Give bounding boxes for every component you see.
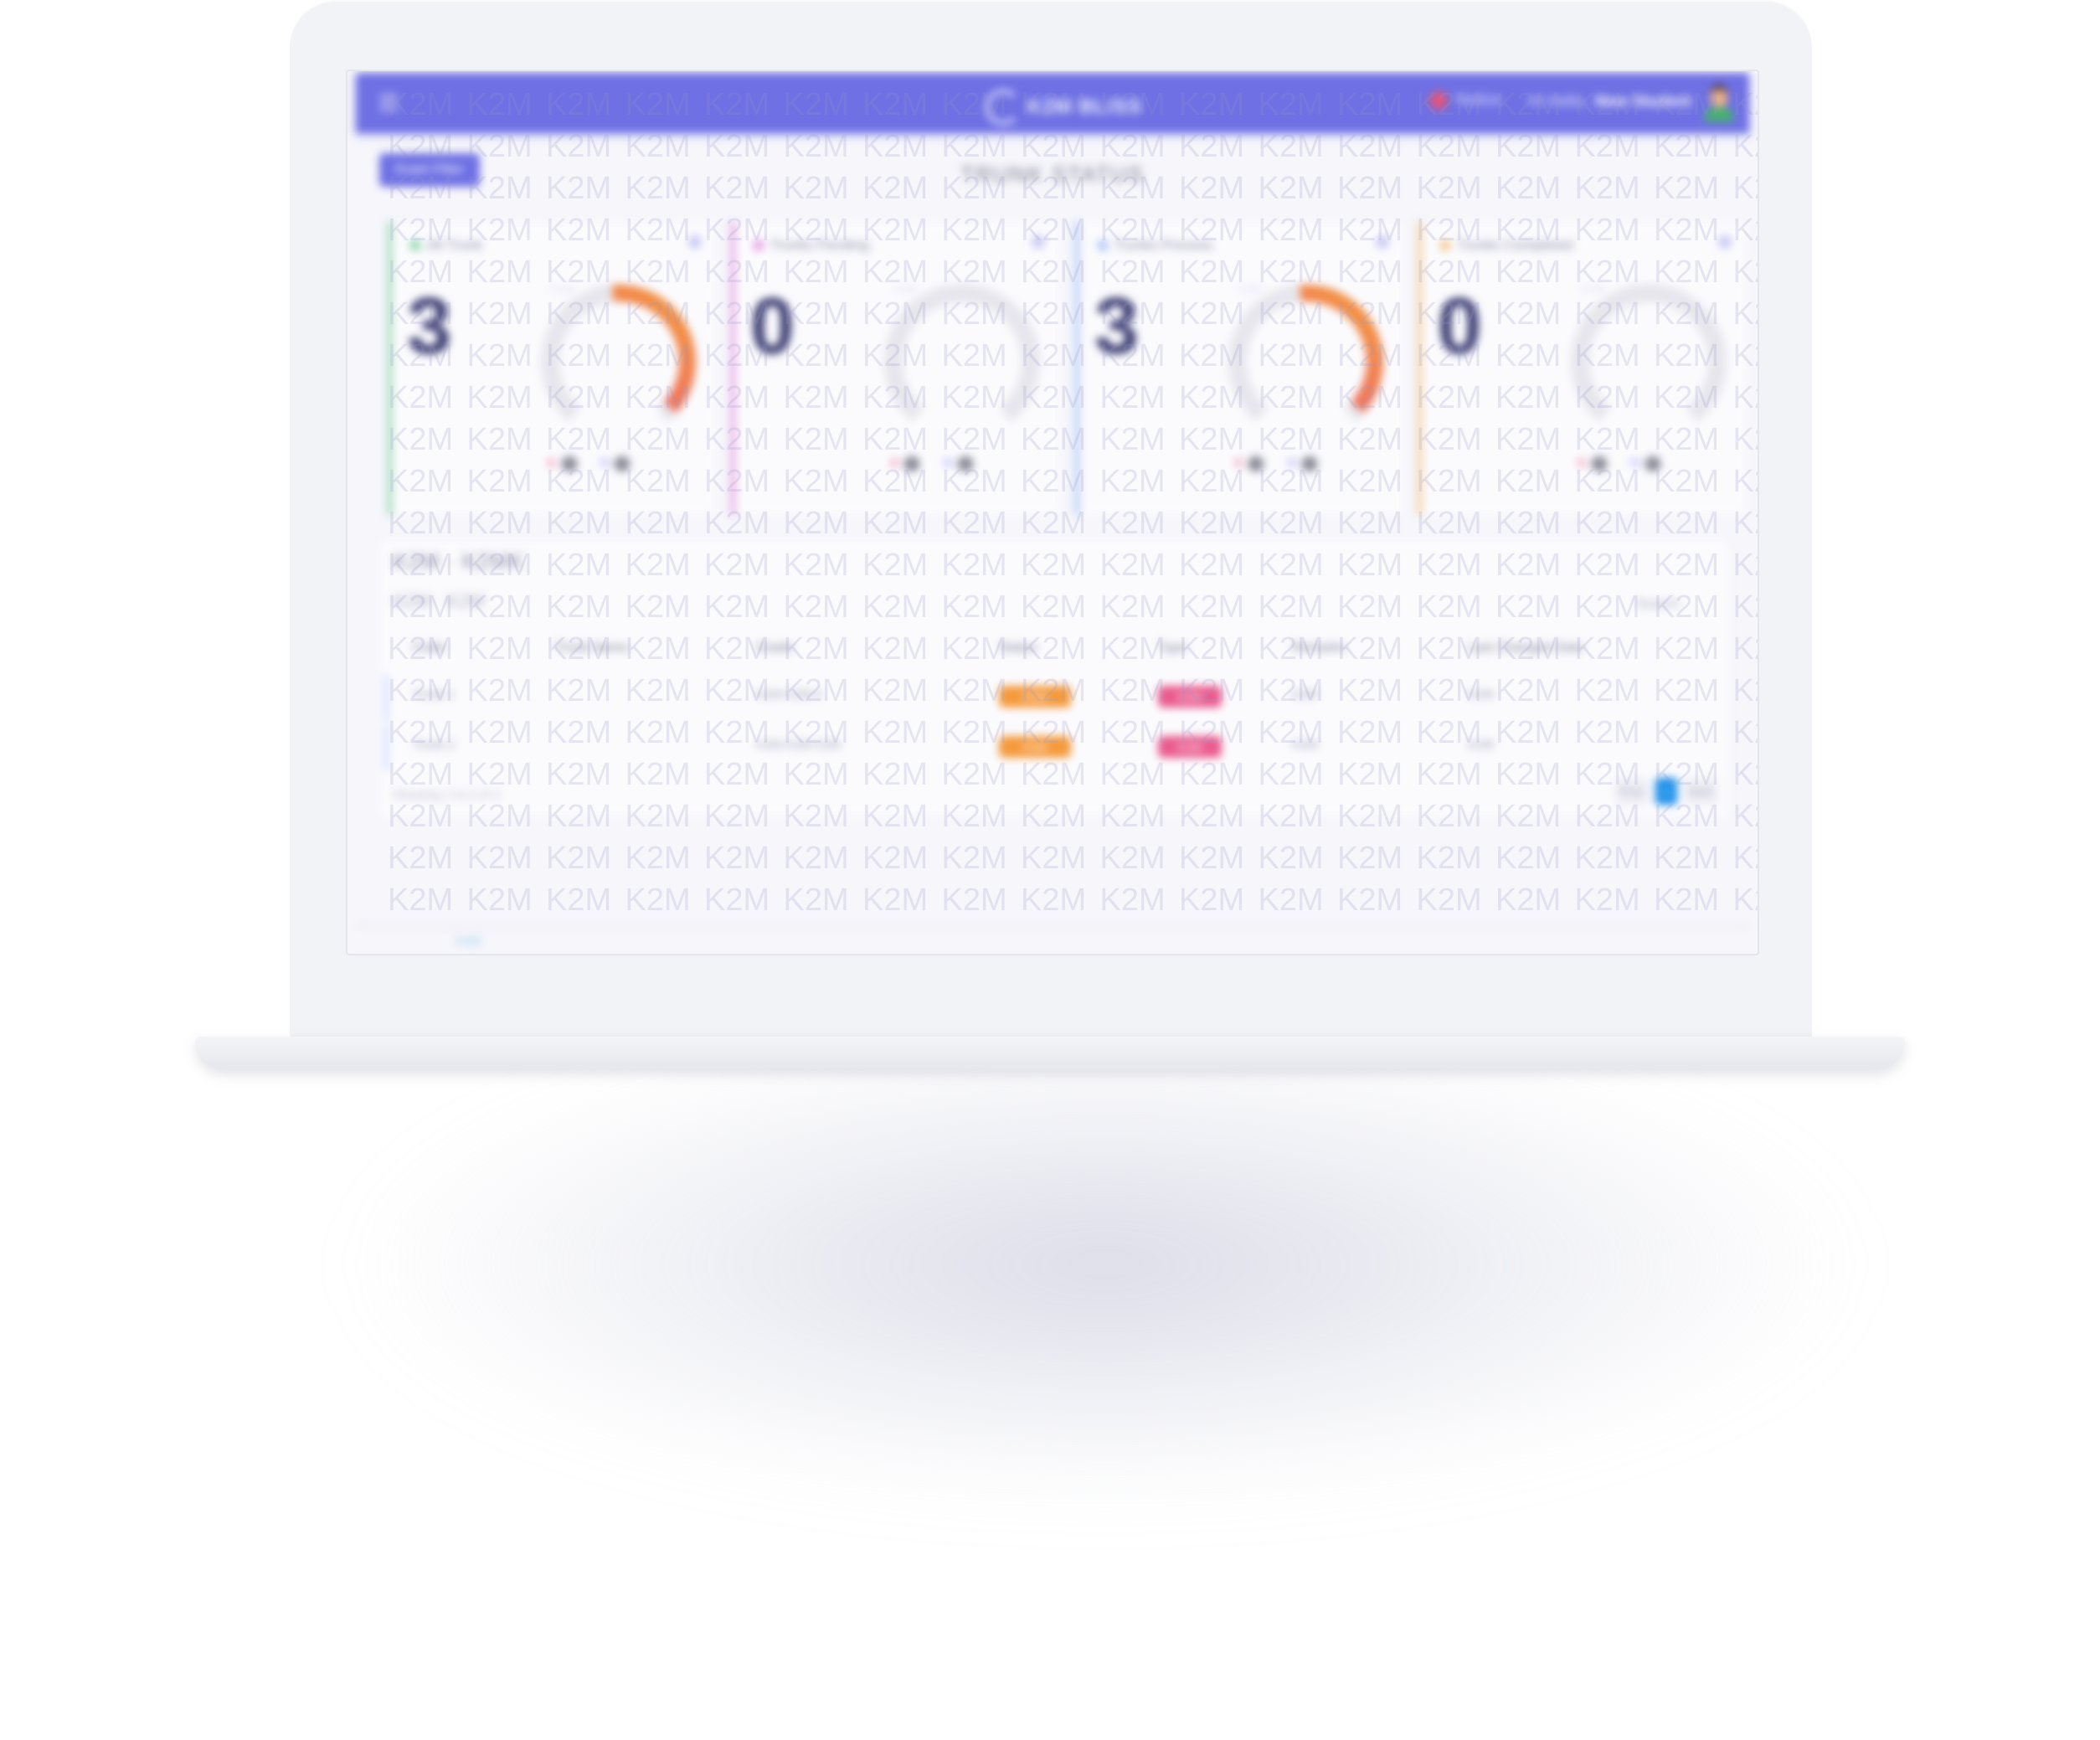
donut-label: K2M [893,282,919,296]
type-badge: K2M [1158,736,1222,758]
panel-title: K2M · K2MK [393,548,525,574]
stat-card-title: Trunks Pending [753,237,869,254]
table-header-cell[interactable]: Status [999,641,1037,656]
pagination: Prev 1 Next [1615,778,1717,805]
legend-value: 0 [1644,456,1660,471]
dashboard: K2M BLISS Notice Hi Hello, New Student E… [347,71,1758,954]
pager-prev-button[interactable]: Prev [1615,778,1649,805]
donut-track [883,284,1040,440]
cell-code: Trunk 1 [413,687,456,702]
legend-key: K [1578,456,1588,471]
stat-legend: K0 N0 [548,456,631,471]
brand-name: K2M BLISS [1027,95,1143,118]
cell-code: Trunk 2 [413,738,456,752]
pager-info: Showing 1 to 2 of 2 [393,788,501,802]
user-greeting: Hi Hello, New Student [1528,93,1691,111]
avatar[interactable] [1702,85,1736,121]
greeting-label: Hi Hello, [1528,93,1588,111]
laptop-screen: K2M BLISS Notice Hi Hello, New Student E… [346,69,1759,955]
app-header: K2M BLISS Notice Hi Hello, New Student [356,73,1749,133]
status-badge: K2M [999,736,1071,758]
legend-key: N [943,456,953,471]
stat-card-value: 0 [749,281,795,371]
status-badge: K2M [999,686,1071,708]
stat-card: Trunks Process 3 K2M K0 N0 [1074,222,1404,515]
legend-key: K [1234,456,1244,471]
stat-card-title: Trunks Process [1097,237,1212,254]
card-menu-icon[interactable] [1375,235,1389,249]
legend-key: N [600,456,610,471]
donut-track [1571,284,1727,440]
legend-key: K [548,456,557,471]
pager-next-button[interactable]: Next [1684,778,1717,805]
legend-key: K [890,456,900,471]
stat-card-value: 3 [1094,281,1140,371]
cell-grade: K2M K2M K [756,687,824,702]
trunk-table-panel: K2M · K2MK K2M · K2M Search Code Trunk Na… [379,540,1729,816]
stat-donut [541,284,697,440]
table-row[interactable]: Trunk 1 K2M K2M K K2M K2M K2M K2M [384,674,1724,721]
cell-remarks: K2M [1292,738,1318,752]
card-menu-icon[interactable] [688,235,702,249]
stat-legend: K0 N0 [891,456,973,471]
search-input[interactable]: Search [1636,597,1679,612]
legend-key: N [1287,456,1298,471]
stat-donut [1228,284,1384,440]
stat-card-title: Trunks Completed [1440,237,1573,254]
table-header-cell[interactable]: Type [1158,641,1187,656]
donut-label: K2M [551,282,575,296]
card-menu-icon[interactable] [1718,235,1732,249]
legend-value: 0 [1248,456,1264,471]
brand-logo-icon [986,90,1021,125]
brand[interactable]: K2M BLISS [986,90,1142,125]
hamburger-menu-icon[interactable] [379,95,398,111]
table-header-cell[interactable]: Remarks [1292,641,1346,656]
stat-card-value: 0 [1437,281,1482,371]
pager-page-button[interactable]: 1 [1655,778,1677,805]
legend-value: 0 [561,456,577,471]
legend-value: 0 [1302,456,1318,471]
notification-icon [1429,91,1448,110]
type-badge: K2M [1158,686,1222,708]
donut-label: K2M [1238,282,1263,296]
legend-value: 0 [615,456,631,471]
stat-donut [1571,284,1727,440]
stat-card-value: 3 [407,281,452,371]
stat-legend: K0 N0 [1234,456,1318,471]
cell-date: K2M [1468,687,1494,702]
card-menu-icon[interactable] [1031,235,1045,249]
table-header-cell[interactable]: Code [413,641,445,656]
user-name: New Student [1594,93,1691,111]
table-header-cell[interactable]: Last Changed Date [1468,641,1583,656]
cell-date: K2M [1468,738,1494,752]
stat-card-title: All Trunk [410,237,482,254]
footer: K2M [356,925,1749,952]
notification-button[interactable]: Notice [1429,91,1501,110]
table-header-cell[interactable]: Grade [756,641,793,656]
page-title: TRUNK STATUS [960,162,1145,187]
legend-value: 0 [1592,456,1608,471]
footer-text: K2M [456,934,481,947]
notification-label: Notice [1456,91,1501,109]
table-row[interactable]: Trunk 2 K2M K2M K2M K2M K2M K2M K2M [384,724,1724,771]
panel-subtitle: K2M · K2M [393,590,486,611]
laptop-base [195,1037,1905,1070]
stat-card: Trunks Pending 0 K2M K0 N0 [730,222,1060,515]
legend-value: 0 [957,456,973,471]
laptop-shadow [360,1030,1850,1499]
table-header-cell[interactable]: Trunk Name [555,641,628,656]
stat-card: Trunks Completed 0 K2M K0 N0 [1418,222,1747,515]
stat-card: All Trunk 3 K2M K0 N0 [388,222,717,515]
stat-donut [883,284,1040,440]
legend-key: N [1630,456,1640,471]
cell-remarks: K2M [1292,687,1318,702]
legend-value: 0 [904,456,920,471]
cell-grade: K2M K2M K2M [756,738,841,752]
stat-legend: K0 N0 [1578,456,1660,471]
donut-label: K2M [1581,282,1606,296]
